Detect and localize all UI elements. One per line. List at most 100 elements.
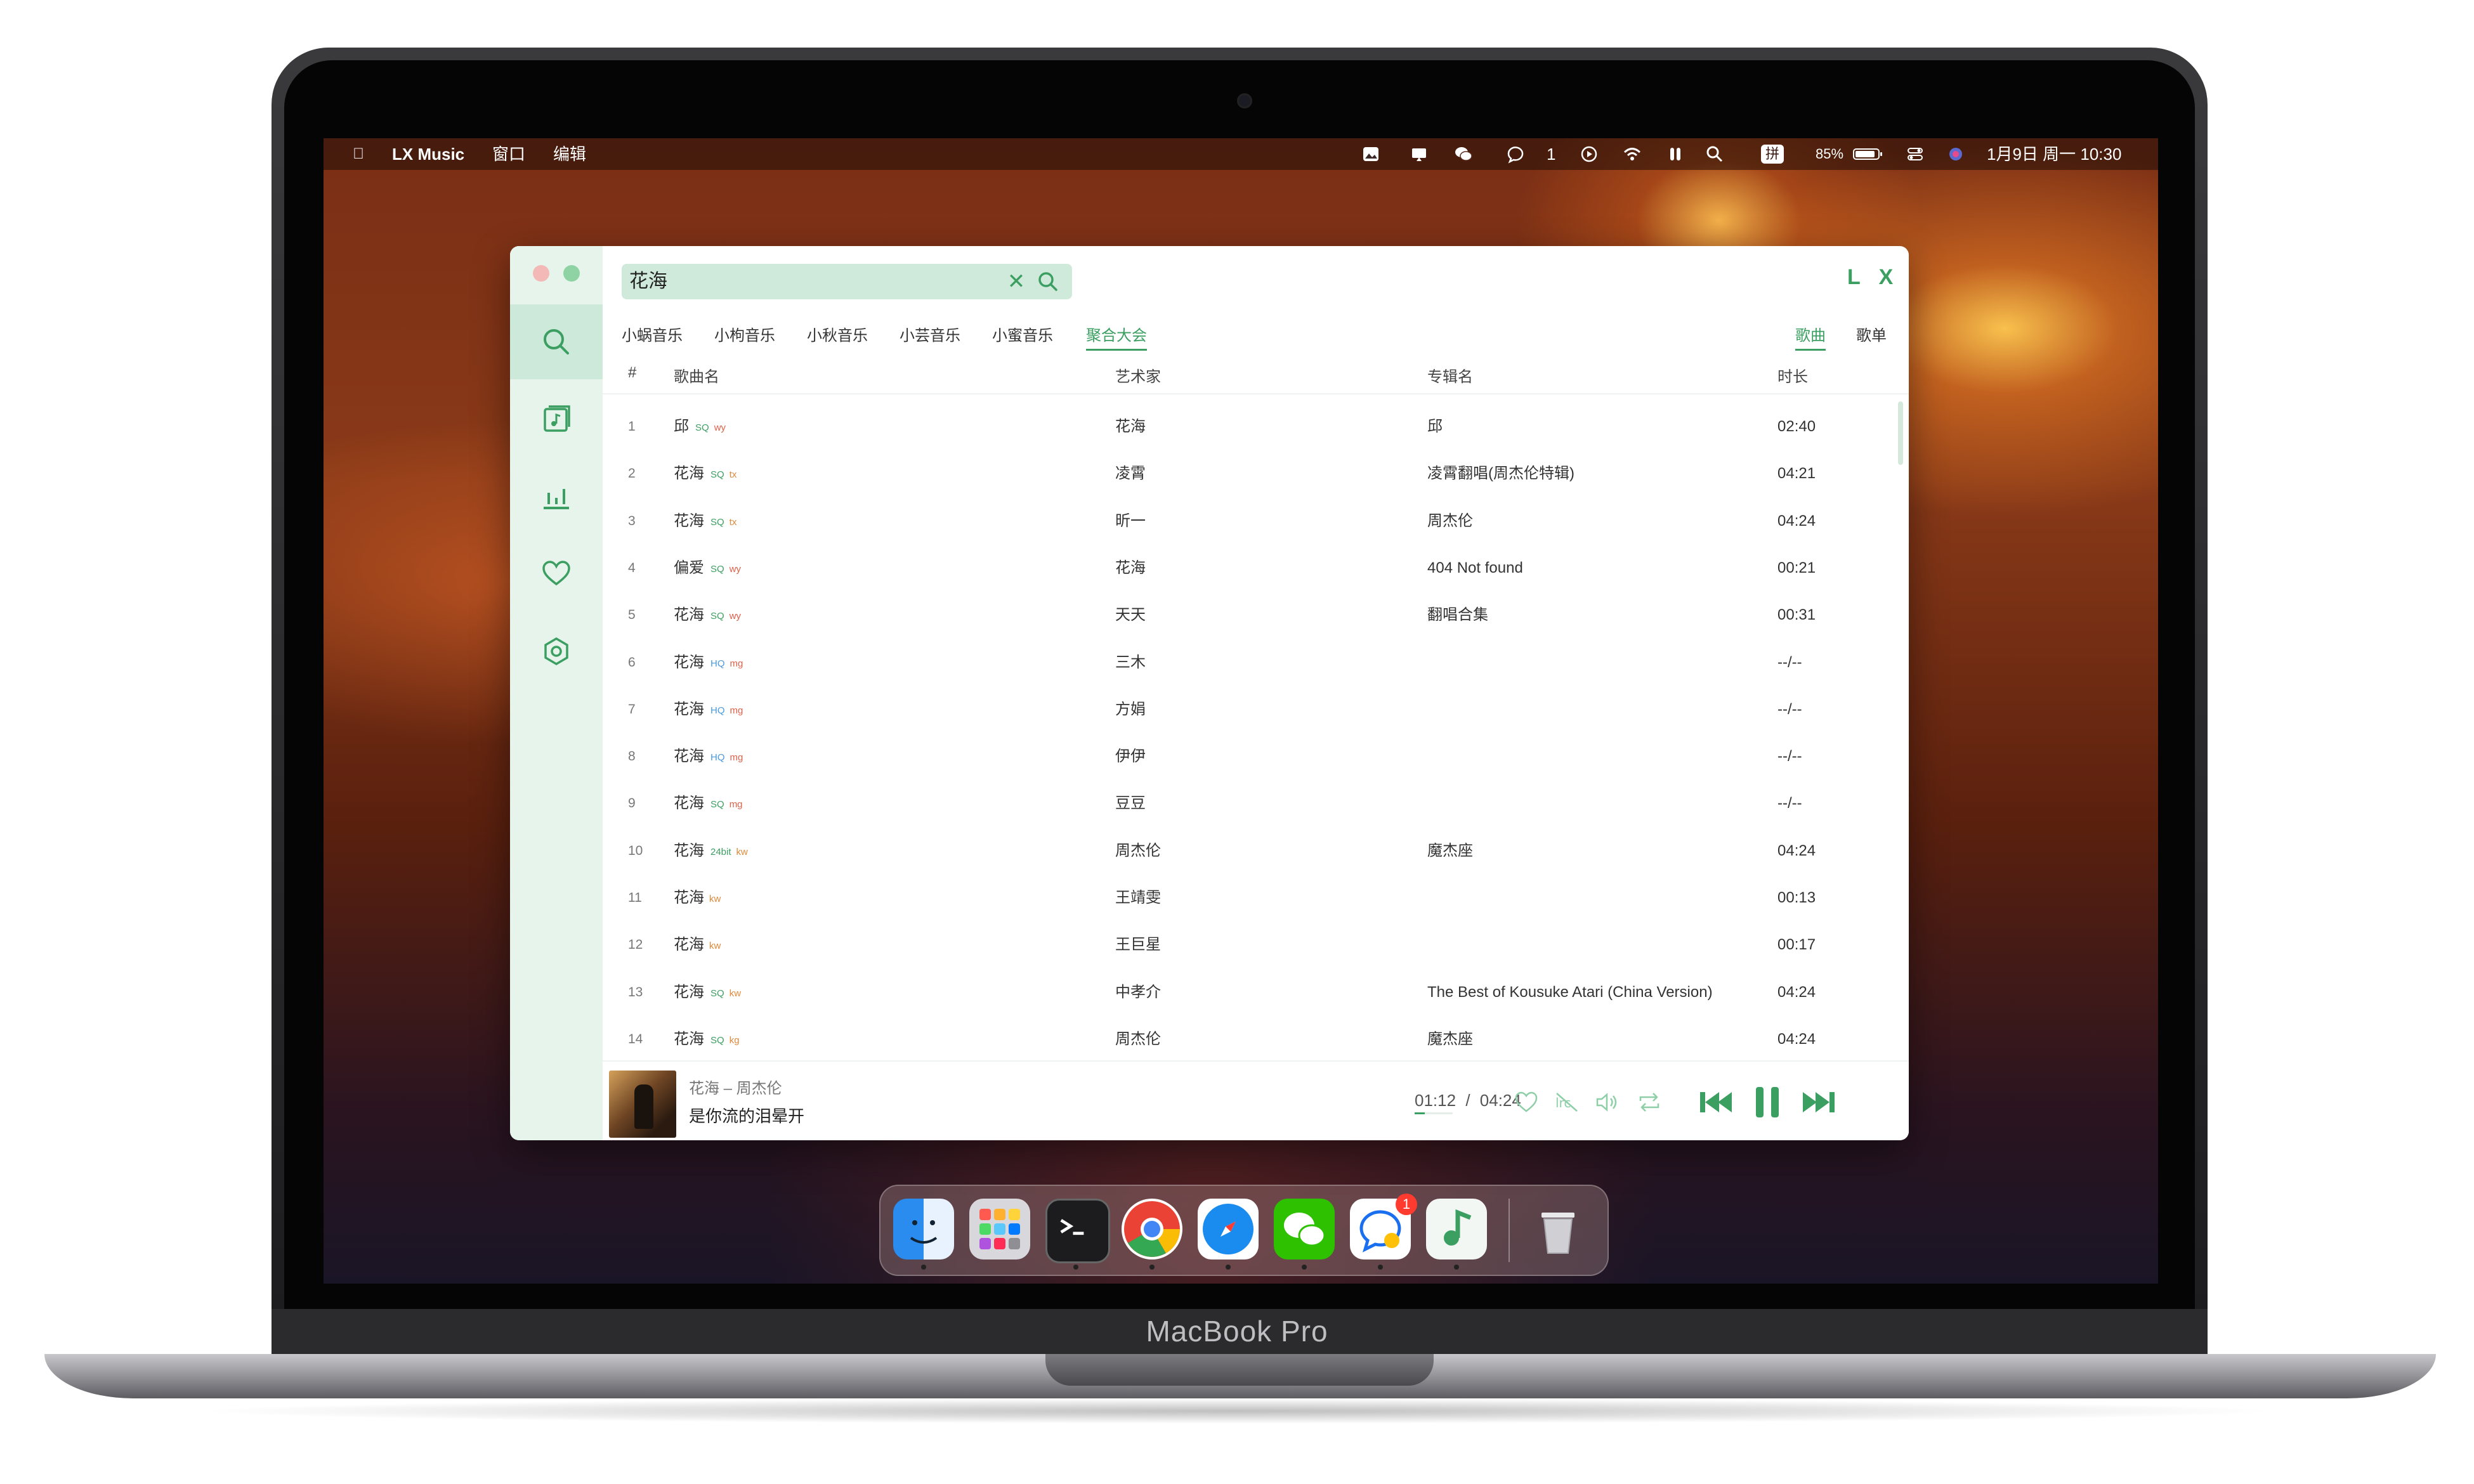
song-name-cell[interactable]: 花海 24bit kw: [674, 842, 748, 861]
terminal-icon[interactable]: [1045, 1199, 1110, 1263]
lyrics-toggle-button[interactable]: lrc: [1552, 1087, 1582, 1117]
col-duration[interactable]: 时长: [1777, 364, 1808, 386]
apple-icon[interactable]: : [349, 145, 368, 164]
col-name[interactable]: 歌曲名: [674, 364, 719, 386]
song-name-cell[interactable]: 花海 SQ tx: [674, 464, 736, 483]
artist-cell[interactable]: 方娟: [1115, 700, 1146, 719]
wifi-icon[interactable]: [1623, 145, 1642, 164]
tab-songs[interactable]: 歌曲: [1795, 323, 1826, 351]
cast-icon[interactable]: [1410, 145, 1429, 164]
lx-music-icon[interactable]: [1426, 1199, 1487, 1259]
search-input[interactable]: 花海: [629, 270, 667, 293]
safari-icon[interactable]: [1198, 1199, 1259, 1259]
repeat-mode-button[interactable]: [1634, 1087, 1665, 1117]
table-row[interactable]: 7 花海 HQ mg 方娟 --/--: [603, 686, 1900, 733]
table-row[interactable]: 6 花海 HQ mg 三木 --/--: [603, 639, 1900, 686]
launchpad-icon[interactable]: [969, 1199, 1030, 1259]
artist-cell[interactable]: 花海: [1115, 559, 1146, 578]
airpods-icon[interactable]: [1666, 145, 1685, 164]
nav-favorites[interactable]: [510, 537, 603, 611]
search-button[interactable]: [1035, 269, 1061, 294]
source-tab-2[interactable]: 小枸音乐: [714, 323, 775, 349]
input-method-indicator[interactable]: 拼: [1761, 145, 1784, 164]
artist-cell[interactable]: 周杰伦: [1115, 1030, 1161, 1049]
siri-icon[interactable]: [1946, 145, 1965, 164]
nav-leaderboard[interactable]: [510, 459, 603, 534]
volume-button[interactable]: [1592, 1087, 1623, 1117]
song-name-cell[interactable]: 花海 HQ mg: [674, 747, 743, 766]
song-name-cell[interactable]: 花海 SQ tx: [674, 512, 736, 531]
menu-app-name[interactable]: LX Music: [392, 143, 464, 165]
tab-playlists[interactable]: 歌单: [1856, 323, 1887, 349]
control-center-icon[interactable]: [1906, 145, 1925, 164]
nav-playlist[interactable]: [510, 382, 603, 457]
chat-menubar-icon[interactable]: [1506, 145, 1525, 164]
artist-cell[interactable]: 王靖雯: [1115, 888, 1161, 908]
wechat-menubar-icon[interactable]: [1454, 145, 1473, 164]
song-name-cell[interactable]: 花海 SQ kg: [674, 1030, 740, 1049]
menu-datetime[interactable]: 1月9日 周一 10:30: [1987, 143, 2121, 165]
wechat-icon[interactable]: [1274, 1199, 1335, 1259]
menu-window[interactable]: 窗口: [492, 143, 525, 165]
artist-cell[interactable]: 伊伊: [1115, 747, 1146, 766]
source-tab-1[interactable]: 小蜗音乐: [622, 323, 683, 349]
table-row[interactable]: 12 花海 kw 王巨星 00:17: [603, 921, 1900, 968]
artist-cell[interactable]: 凌霄: [1115, 464, 1146, 483]
song-name-cell[interactable]: 花海 HQ mg: [674, 653, 743, 672]
scrollbar[interactable]: [1898, 401, 1903, 465]
table-row[interactable]: 9 花海 SQ mg 豆豆 --/--: [603, 780, 1900, 827]
spotlight-search-icon[interactable]: [1705, 145, 1724, 164]
col-album[interactable]: 专辑名: [1427, 364, 1473, 386]
album-cell[interactable]: 邱: [1427, 417, 1443, 436]
search-box[interactable]: 花海 ✕: [622, 264, 1072, 299]
song-name-cell[interactable]: 花海 HQ mg: [674, 700, 743, 719]
song-name-cell[interactable]: 邱 SQ wy: [674, 417, 726, 436]
table-row[interactable]: 2 花海 SQ tx 凌霄 凌霄翻唱(周杰伦特辑) 04:21: [603, 450, 1900, 497]
table-row[interactable]: 1 邱 SQ wy 花海 邱 02:40: [603, 403, 1900, 450]
song-name-cell[interactable]: 花海 SQ mg: [674, 794, 743, 813]
trash-icon[interactable]: [1528, 1199, 1588, 1259]
album-cell[interactable]: 周杰伦: [1427, 512, 1473, 531]
favorite-toggle-button[interactable]: [1511, 1087, 1541, 1117]
photo-icon[interactable]: [1361, 145, 1380, 164]
album-cell[interactable]: 翻唱合集: [1427, 606, 1488, 625]
artist-cell[interactable]: 花海: [1115, 417, 1146, 436]
album-cell[interactable]: 404 Not found: [1427, 559, 1523, 578]
finder-icon[interactable]: [893, 1199, 954, 1259]
artist-cell[interactable]: 周杰伦: [1115, 842, 1161, 861]
clear-icon[interactable]: ✕: [1004, 269, 1029, 294]
song-name-cell[interactable]: 偏爱 SQ wy: [674, 559, 741, 578]
album-cell[interactable]: 魔杰座: [1427, 1030, 1473, 1049]
battery-icon[interactable]: [1852, 145, 1884, 164]
artist-cell[interactable]: 王巨星: [1115, 935, 1161, 954]
previous-button[interactable]: [1698, 1084, 1736, 1120]
nav-settings[interactable]: [510, 614, 603, 689]
table-row[interactable]: 11 花海 kw 王靖雯 00:13: [603, 875, 1900, 921]
table-row[interactable]: 10 花海 24bit kw 周杰伦 魔杰座 04:24: [603, 828, 1900, 875]
artist-cell[interactable]: 中孝介: [1115, 983, 1161, 1002]
song-name-cell[interactable]: 花海 kw: [674, 888, 721, 908]
table-row[interactable]: 4 偏爱 SQ wy 花海 404 Not found 00:21: [603, 545, 1900, 592]
artist-cell[interactable]: 昕一: [1115, 512, 1146, 531]
chrome-icon[interactable]: [1122, 1199, 1182, 1259]
pause-button[interactable]: [1750, 1082, 1785, 1123]
album-cell[interactable]: 魔杰座: [1427, 842, 1473, 861]
window-minimize-button[interactable]: [563, 265, 580, 282]
table-row[interactable]: 5 花海 SQ wy 天天 翻唱合集 00:31: [603, 592, 1900, 639]
artist-cell[interactable]: 三木: [1115, 653, 1146, 672]
play-circle-icon[interactable]: [1580, 145, 1599, 164]
album-cell[interactable]: 凌霄翻唱(周杰伦特辑): [1427, 464, 1574, 483]
source-tab-3[interactable]: 小秋音乐: [807, 323, 868, 349]
table-row[interactable]: 8 花海 HQ mg 伊伊 --/--: [603, 733, 1900, 780]
col-artist[interactable]: 艺术家: [1115, 364, 1161, 386]
artist-cell[interactable]: 天天: [1115, 606, 1146, 625]
album-cell[interactable]: The Best of Kousuke Atari (China Version…: [1427, 983, 1713, 1002]
song-name-cell[interactable]: 花海 kw: [674, 935, 721, 954]
next-button[interactable]: [1799, 1084, 1837, 1120]
source-tab-5[interactable]: 小蜜音乐: [992, 323, 1053, 349]
source-tab-6[interactable]: 聚合大会: [1086, 323, 1147, 351]
source-tab-4[interactable]: 小芸音乐: [900, 323, 960, 349]
table-row[interactable]: 3 花海 SQ tx 昕一 周杰伦 04:24: [603, 498, 1900, 545]
album-cover[interactable]: [609, 1071, 676, 1138]
artist-cell[interactable]: 豆豆: [1115, 794, 1146, 813]
